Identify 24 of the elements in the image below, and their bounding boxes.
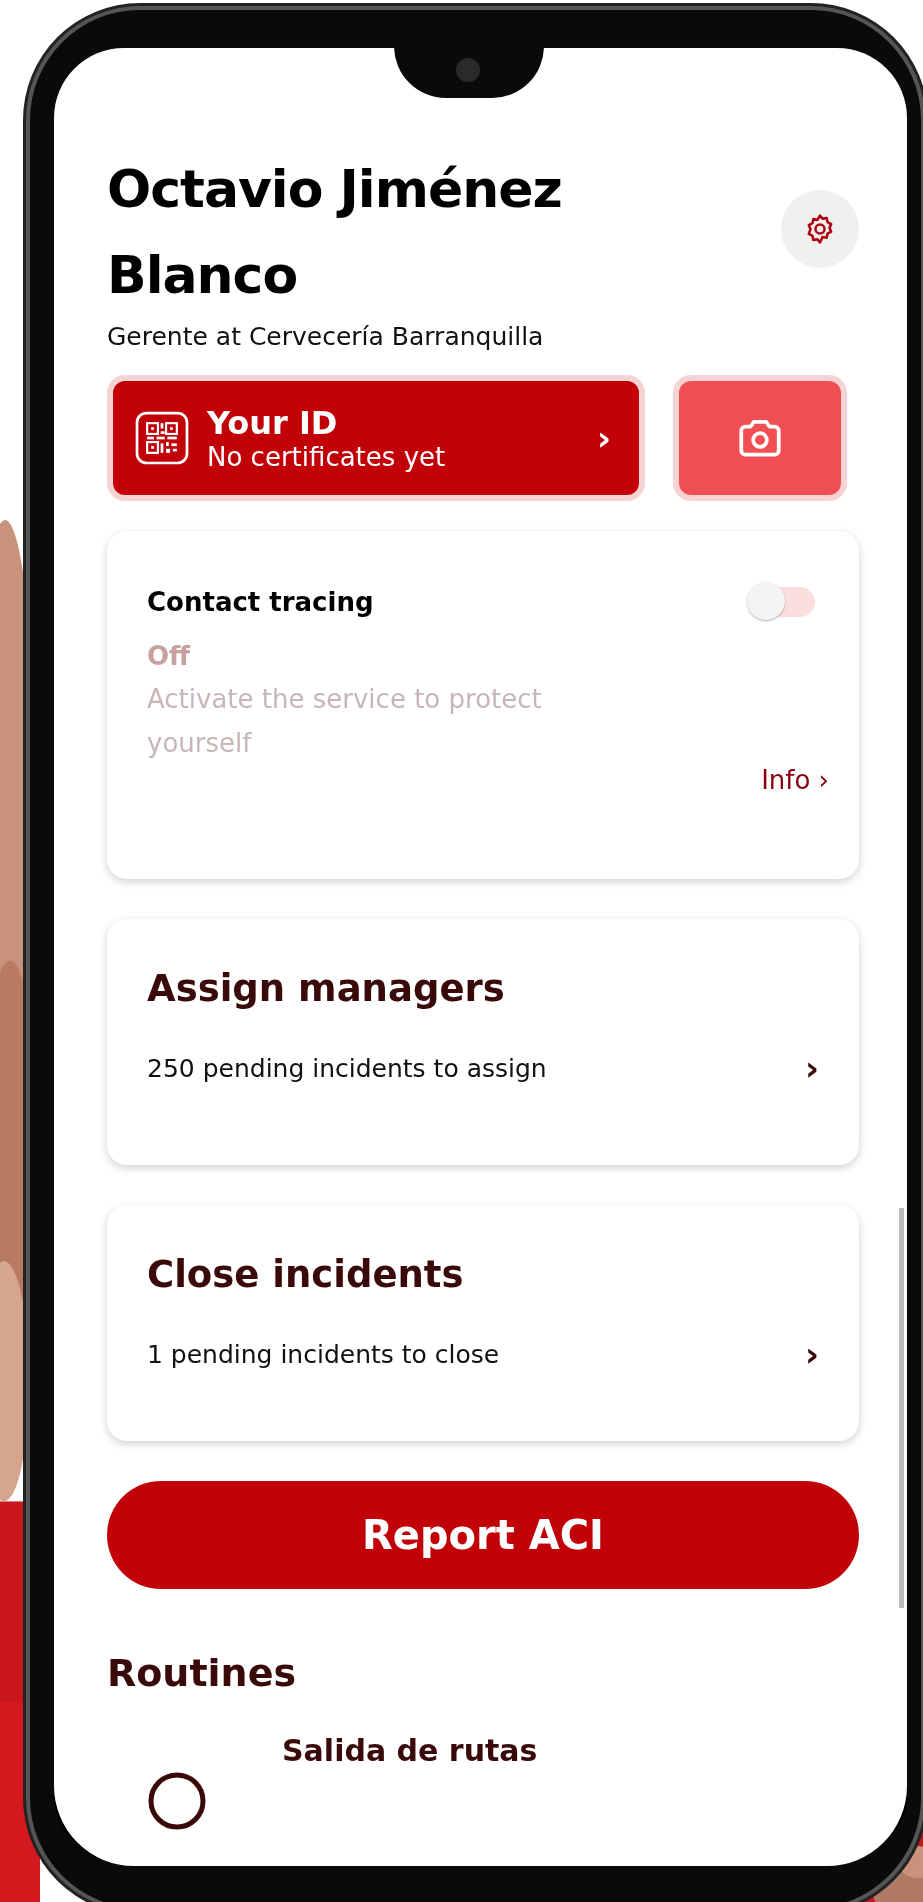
section-title: Routines [107,1651,298,1695]
chevron-icon: › [805,1334,819,1374]
task-card[interactable]: Assign managers 250 pending incidents to assign › [107,919,859,1165]
report-button[interactable]: Report ACI [107,1481,859,1589]
user-role: Gerente at Cervecería Barranquilla [107,322,545,351]
card-title: Contact tracing [147,587,374,617]
qr-code-icon [135,411,189,465]
id-title: Your ID [207,404,339,442]
routine-title[interactable]: Salida de rutas [282,1733,538,1768]
info-link[interactable]: Info › [761,765,829,795]
status-text: Off [147,641,192,671]
id-subtitle: No certificates yet [207,442,447,472]
task-card[interactable]: Close incidents 1 pending incidents to close › [107,1205,859,1441]
card-subtitle: 1 pending incidents to close [147,1339,500,1369]
camera-button[interactable] [673,375,847,501]
id-button[interactable]: Your ID No certificates yet › [107,375,645,501]
card-subtitle: 250 pending incidents to assign [147,1053,547,1083]
chevron-icon: › [805,1048,819,1088]
description-text: Activate the service to protect yourself [147,683,543,760]
chevron-icon: › [597,418,611,458]
circle-icon [147,1771,207,1831]
card-title: Close incidents [147,1253,465,1296]
user-name: Octavio Jiménez Blanco [107,158,563,307]
card-title: Assign managers [147,967,506,1010]
